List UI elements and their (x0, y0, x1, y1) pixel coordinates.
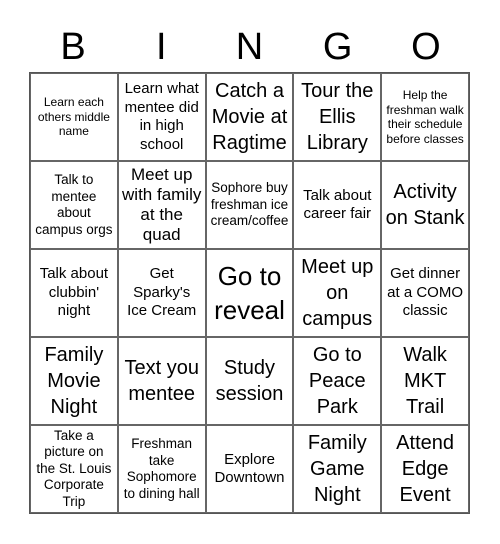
header-letter-b: B (60, 26, 86, 68)
cell-text: Activity on Stank (385, 181, 465, 229)
bingo-cell[interactable]: Learn each others middle name (30, 73, 118, 161)
bingo-cell[interactable]: Get Sparky's Ice Cream (117, 249, 206, 337)
cell-text: Go to Peace Park (308, 344, 366, 418)
bingo-cell[interactable]: Family Movie Night (30, 337, 118, 425)
bingo-cell[interactable]: Activity on Stank (381, 161, 469, 249)
bingo-cell-free[interactable]: Go to reveal (205, 249, 294, 337)
cell-text: Take a picture on the St. Louis Corporat… (36, 427, 112, 509)
cell-text: Catch a Movie at Ragtime (211, 80, 288, 154)
bingo-cell[interactable]: Talk to mentee about campus orgs (30, 161, 118, 249)
bingo-cell[interactable]: Learn what mentee did in high school (117, 73, 206, 161)
bingo-cell[interactable]: Family Game Night (293, 425, 382, 513)
bingo-board: Learn each others middle name Learn what… (29, 72, 470, 514)
cell-text: Tour the Ellis Library (301, 80, 374, 154)
cell-text: Go to reveal (214, 261, 285, 325)
cell-text: Freshman take Sophomore to dining hall (123, 436, 200, 501)
bingo-cell[interactable]: Help the freshman walk their schedule be… (381, 73, 469, 161)
bingo-cell[interactable]: Go to Peace Park (293, 337, 382, 425)
header-letter-n: N (235, 26, 264, 68)
bingo-cell[interactable]: Meet up with family at the quad (117, 161, 206, 249)
bingo-cell[interactable]: Catch a Movie at Ragtime (205, 73, 294, 161)
header-letter-o: O (411, 26, 441, 68)
bingo-cell[interactable]: Talk about clubbin' night (30, 249, 118, 337)
cell-text: Get Sparky's Ice Cream (127, 265, 197, 320)
cell-text: Walk MKT Trail (403, 344, 447, 418)
bingo-cell[interactable]: Meet up on campus (293, 249, 382, 337)
bingo-cell[interactable]: Take a picture on the St. Louis Corporat… (30, 425, 118, 513)
bingo-cell[interactable]: Freshman take Sophomore to dining hall (117, 425, 206, 513)
bingo-cell[interactable]: Sophore buy freshman ice cream/coffee (205, 161, 294, 249)
cell-text: Get dinner at a COMO classic (387, 265, 464, 320)
cell-text: Help the freshman walk their schedule be… (386, 88, 464, 146)
cell-text: Family Movie Night (44, 344, 104, 418)
bingo-header: B I N G O (29, 22, 470, 72)
cell-text: Attend Edge Event (396, 432, 454, 506)
cell-text: Study session (215, 357, 284, 405)
cell-text: Text you mentee (124, 357, 199, 405)
cell-text: Talk to mentee about campus orgs (35, 172, 113, 237)
cell-text: Family Game Night (307, 432, 367, 506)
header-letter-i: I (156, 26, 167, 68)
bingo-cell[interactable]: Explore Downtown (205, 425, 294, 513)
cell-text: Talk about career fair (303, 186, 372, 223)
cell-text: Talk about clubbin' night (39, 265, 109, 320)
cell-text: Meet up with family at the quad (122, 165, 202, 244)
bingo-cell[interactable]: Walk MKT Trail (381, 337, 469, 425)
bingo-cell[interactable]: Get dinner at a COMO classic (381, 249, 469, 337)
cell-text: Meet up on campus (301, 256, 374, 330)
bingo-cell[interactable]: Study session (205, 337, 294, 425)
cell-text: Learn what mentee did in high school (124, 80, 199, 153)
cell-text: Sophore buy freshman ice cream/coffee (210, 180, 289, 229)
bingo-cell[interactable]: Text you mentee (117, 337, 206, 425)
cell-text: Learn each others middle name (37, 95, 110, 139)
bingo-cell[interactable]: Tour the Ellis Library (293, 73, 382, 161)
bingo-cell[interactable]: Attend Edge Event (381, 425, 469, 513)
header-letter-g: G (322, 26, 353, 68)
bingo-cell[interactable]: Talk about career fair (293, 161, 382, 249)
cell-text: Explore Downtown (214, 450, 285, 487)
